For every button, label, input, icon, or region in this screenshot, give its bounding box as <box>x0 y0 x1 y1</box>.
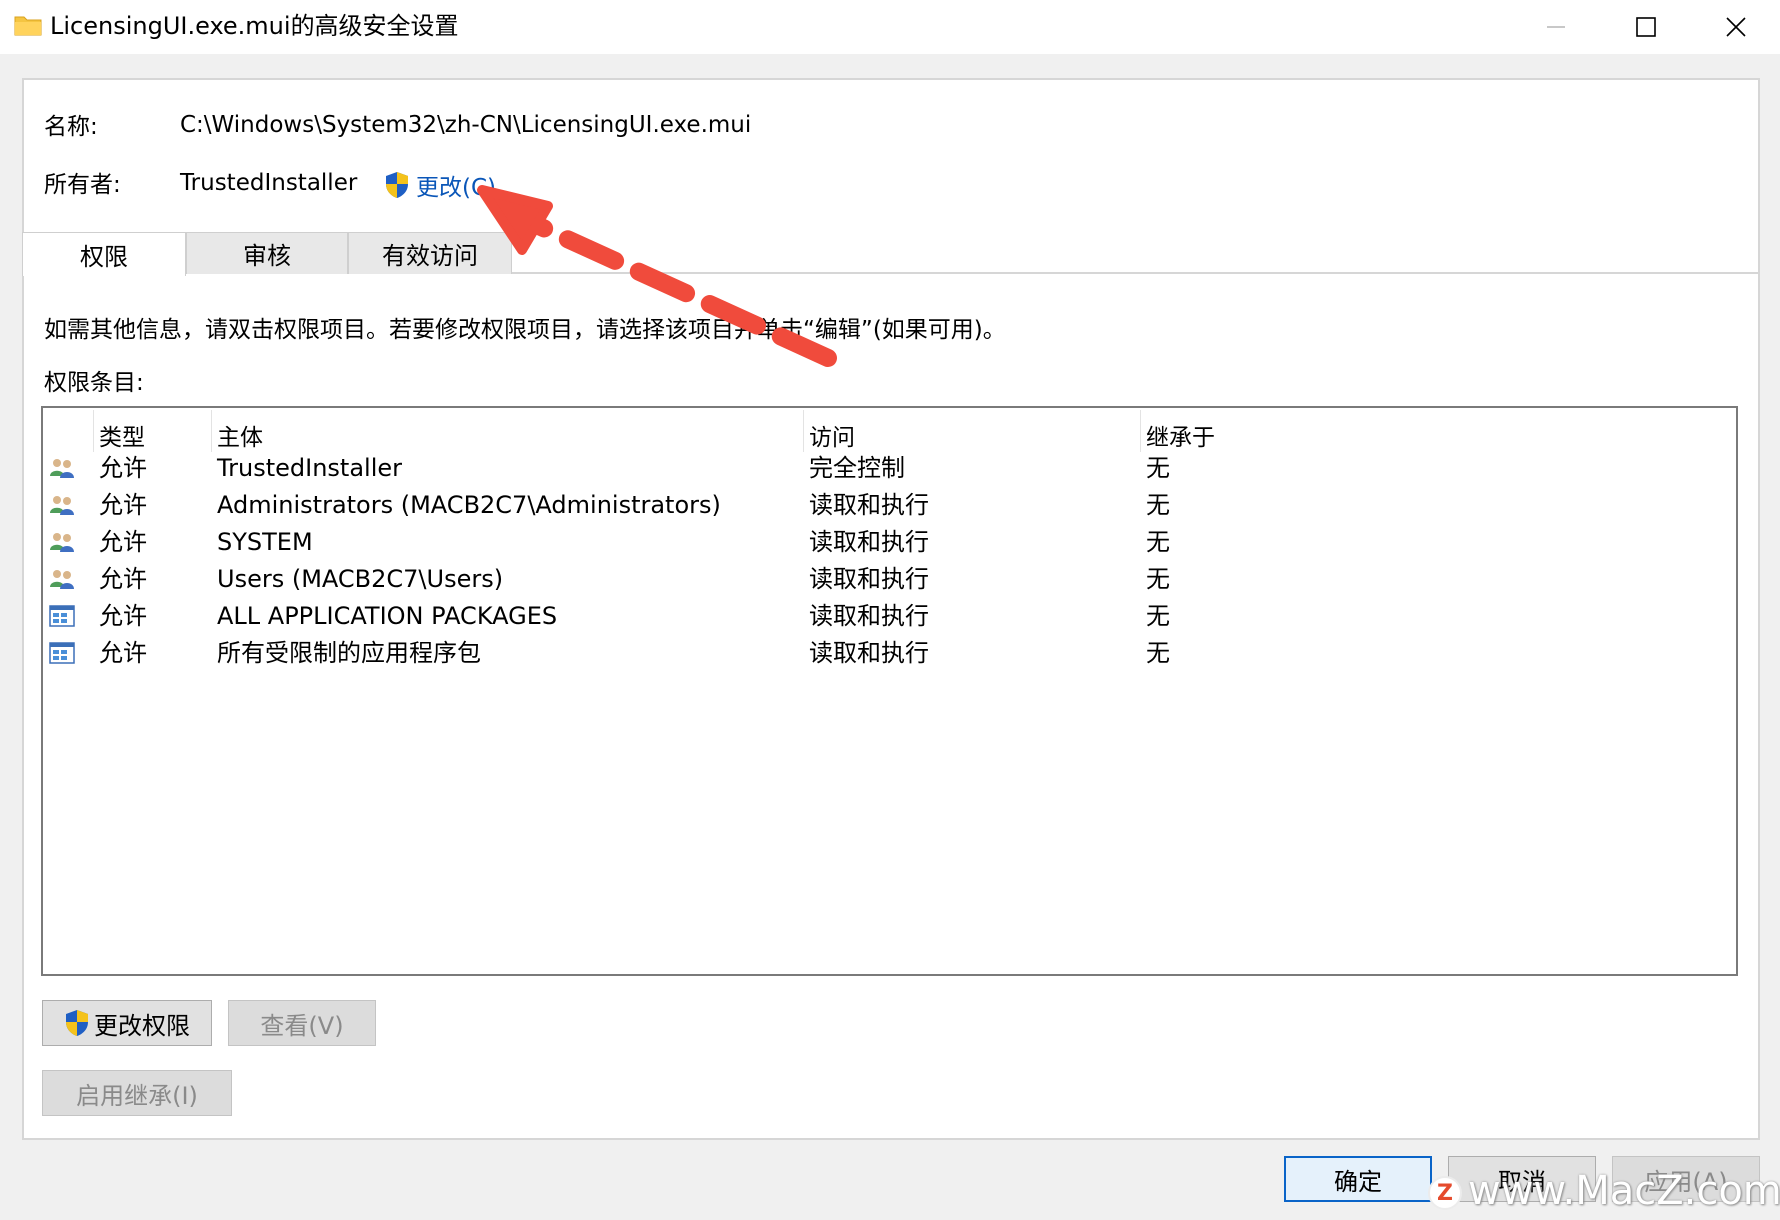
entry-inherited-from: 无 <box>1146 602 1170 630</box>
watermark-text: www.MacZ.com <box>1468 1168 1780 1214</box>
entry-principal: 所有受限制的应用程序包 <box>217 639 481 667</box>
column-separator <box>1140 410 1141 452</box>
entry-type: 允许 <box>99 528 147 556</box>
tab-permissions[interactable]: 权限 <box>22 232 186 276</box>
change-permissions-label: 更改权限 <box>94 1011 190 1040</box>
column-separator <box>93 410 94 452</box>
entry-inherited-from: 无 <box>1146 454 1170 482</box>
table-row[interactable]: 允许 SYSTEM 读取和执行 无 <box>43 524 1736 561</box>
column-header-type[interactable]: 类型 <box>99 418 145 452</box>
column-header-inherited-from[interactable]: 继承于 <box>1146 418 1215 452</box>
close-icon <box>1726 17 1746 37</box>
entry-access: 完全控制 <box>809 454 905 482</box>
column-header-access[interactable]: 访问 <box>809 418 855 452</box>
table-row[interactable]: 允许 Users (MACB2C7\Users) 读取和执行 无 <box>43 561 1736 598</box>
permission-entries-label: 权限条目: <box>44 370 144 396</box>
entry-access: 读取和执行 <box>809 491 929 519</box>
entry-principal: Users (MACB2C7\Users) <box>217 565 504 593</box>
minimize-button[interactable] <box>1510 0 1602 54</box>
entry-type: 允许 <box>99 639 147 667</box>
entry-type: 允许 <box>99 491 147 519</box>
entry-type: 允许 <box>99 565 147 593</box>
owner-value: TrustedInstaller <box>180 170 358 196</box>
column-separator <box>803 410 804 452</box>
tab-auditing[interactable]: 审核 <box>186 232 348 274</box>
uac-shield-icon <box>66 1010 88 1036</box>
ok-button[interactable]: 确定 <box>1284 1156 1432 1202</box>
table-row[interactable]: 允许 TrustedInstaller 完全控制 无 <box>43 450 1736 487</box>
table-row[interactable]: 允许 ALL APPLICATION PACKAGES 读取和执行 无 <box>43 598 1736 635</box>
entry-inherited-from: 无 <box>1146 565 1170 593</box>
maximize-icon <box>1636 17 1656 37</box>
watermark-logo: Z <box>1428 1176 1462 1210</box>
maximize-button[interactable] <box>1600 0 1692 54</box>
name-label: 名称: <box>44 114 98 140</box>
view-button[interactable]: 查看(V) <box>228 1000 376 1046</box>
entry-inherited-from: 无 <box>1146 528 1170 556</box>
entry-type: 允许 <box>99 454 147 482</box>
entry-inherited-from: 无 <box>1146 491 1170 519</box>
entry-principal: Administrators (MACB2C7\Administrators) <box>217 491 721 519</box>
entry-access: 读取和执行 <box>809 528 929 556</box>
entry-principal: SYSTEM <box>217 528 313 556</box>
user-group-icon <box>50 459 74 478</box>
entry-inherited-from: 无 <box>1146 639 1170 667</box>
change-owner-link[interactable]: 更改(C) <box>384 168 496 202</box>
enable-inheritance-button[interactable]: 启用继承(I) <box>42 1070 232 1116</box>
app-package-icon <box>49 642 75 664</box>
entry-principal: TrustedInstaller <box>217 454 403 482</box>
change-permissions-button[interactable]: 更改权限 <box>42 1000 212 1046</box>
app-package-icon <box>49 605 75 627</box>
window-title: LicensingUI.exe.mui的高级安全设置 <box>50 12 459 40</box>
table-row[interactable]: 允许 所有受限制的应用程序包 读取和执行 无 <box>43 635 1736 672</box>
column-header-principal[interactable]: 主体 <box>217 418 263 452</box>
owner-label: 所有者: <box>44 172 121 198</box>
entry-access: 读取和执行 <box>809 565 929 593</box>
user-group-icon <box>50 570 74 589</box>
entry-access: 读取和执行 <box>809 602 929 630</box>
instructions-text: 如需其他信息，请双击权限项目。若要修改权限项目，请选择该项目并单击“编辑”(如果… <box>44 317 1006 343</box>
table-row[interactable]: 允许 Administrators (MACB2C7\Administrator… <box>43 487 1736 524</box>
uac-shield-icon <box>386 172 408 198</box>
entry-access: 读取和执行 <box>809 639 929 667</box>
user-group-icon <box>50 496 74 515</box>
change-owner-label: 更改(C) <box>416 175 497 201</box>
user-group-icon <box>50 533 74 552</box>
permission-entries-list[interactable]: 类型 主体 访问 继承于 允许 TrustedInstaller 完全控制 无 … <box>41 406 1738 976</box>
column-separator <box>211 410 212 452</box>
name-value: C:\Windows\System32\zh-CN\LicensingUI.ex… <box>180 112 752 138</box>
entry-type: 允许 <box>99 602 147 630</box>
close-button[interactable] <box>1690 0 1780 54</box>
folder-icon <box>14 16 42 36</box>
tab-effective-access[interactable]: 有效访问 <box>348 232 512 274</box>
title-bar: LicensingUI.exe.mui的高级安全设置 <box>0 0 1780 54</box>
entry-principal: ALL APPLICATION PACKAGES <box>217 602 558 630</box>
minimize-icon <box>1547 26 1565 28</box>
